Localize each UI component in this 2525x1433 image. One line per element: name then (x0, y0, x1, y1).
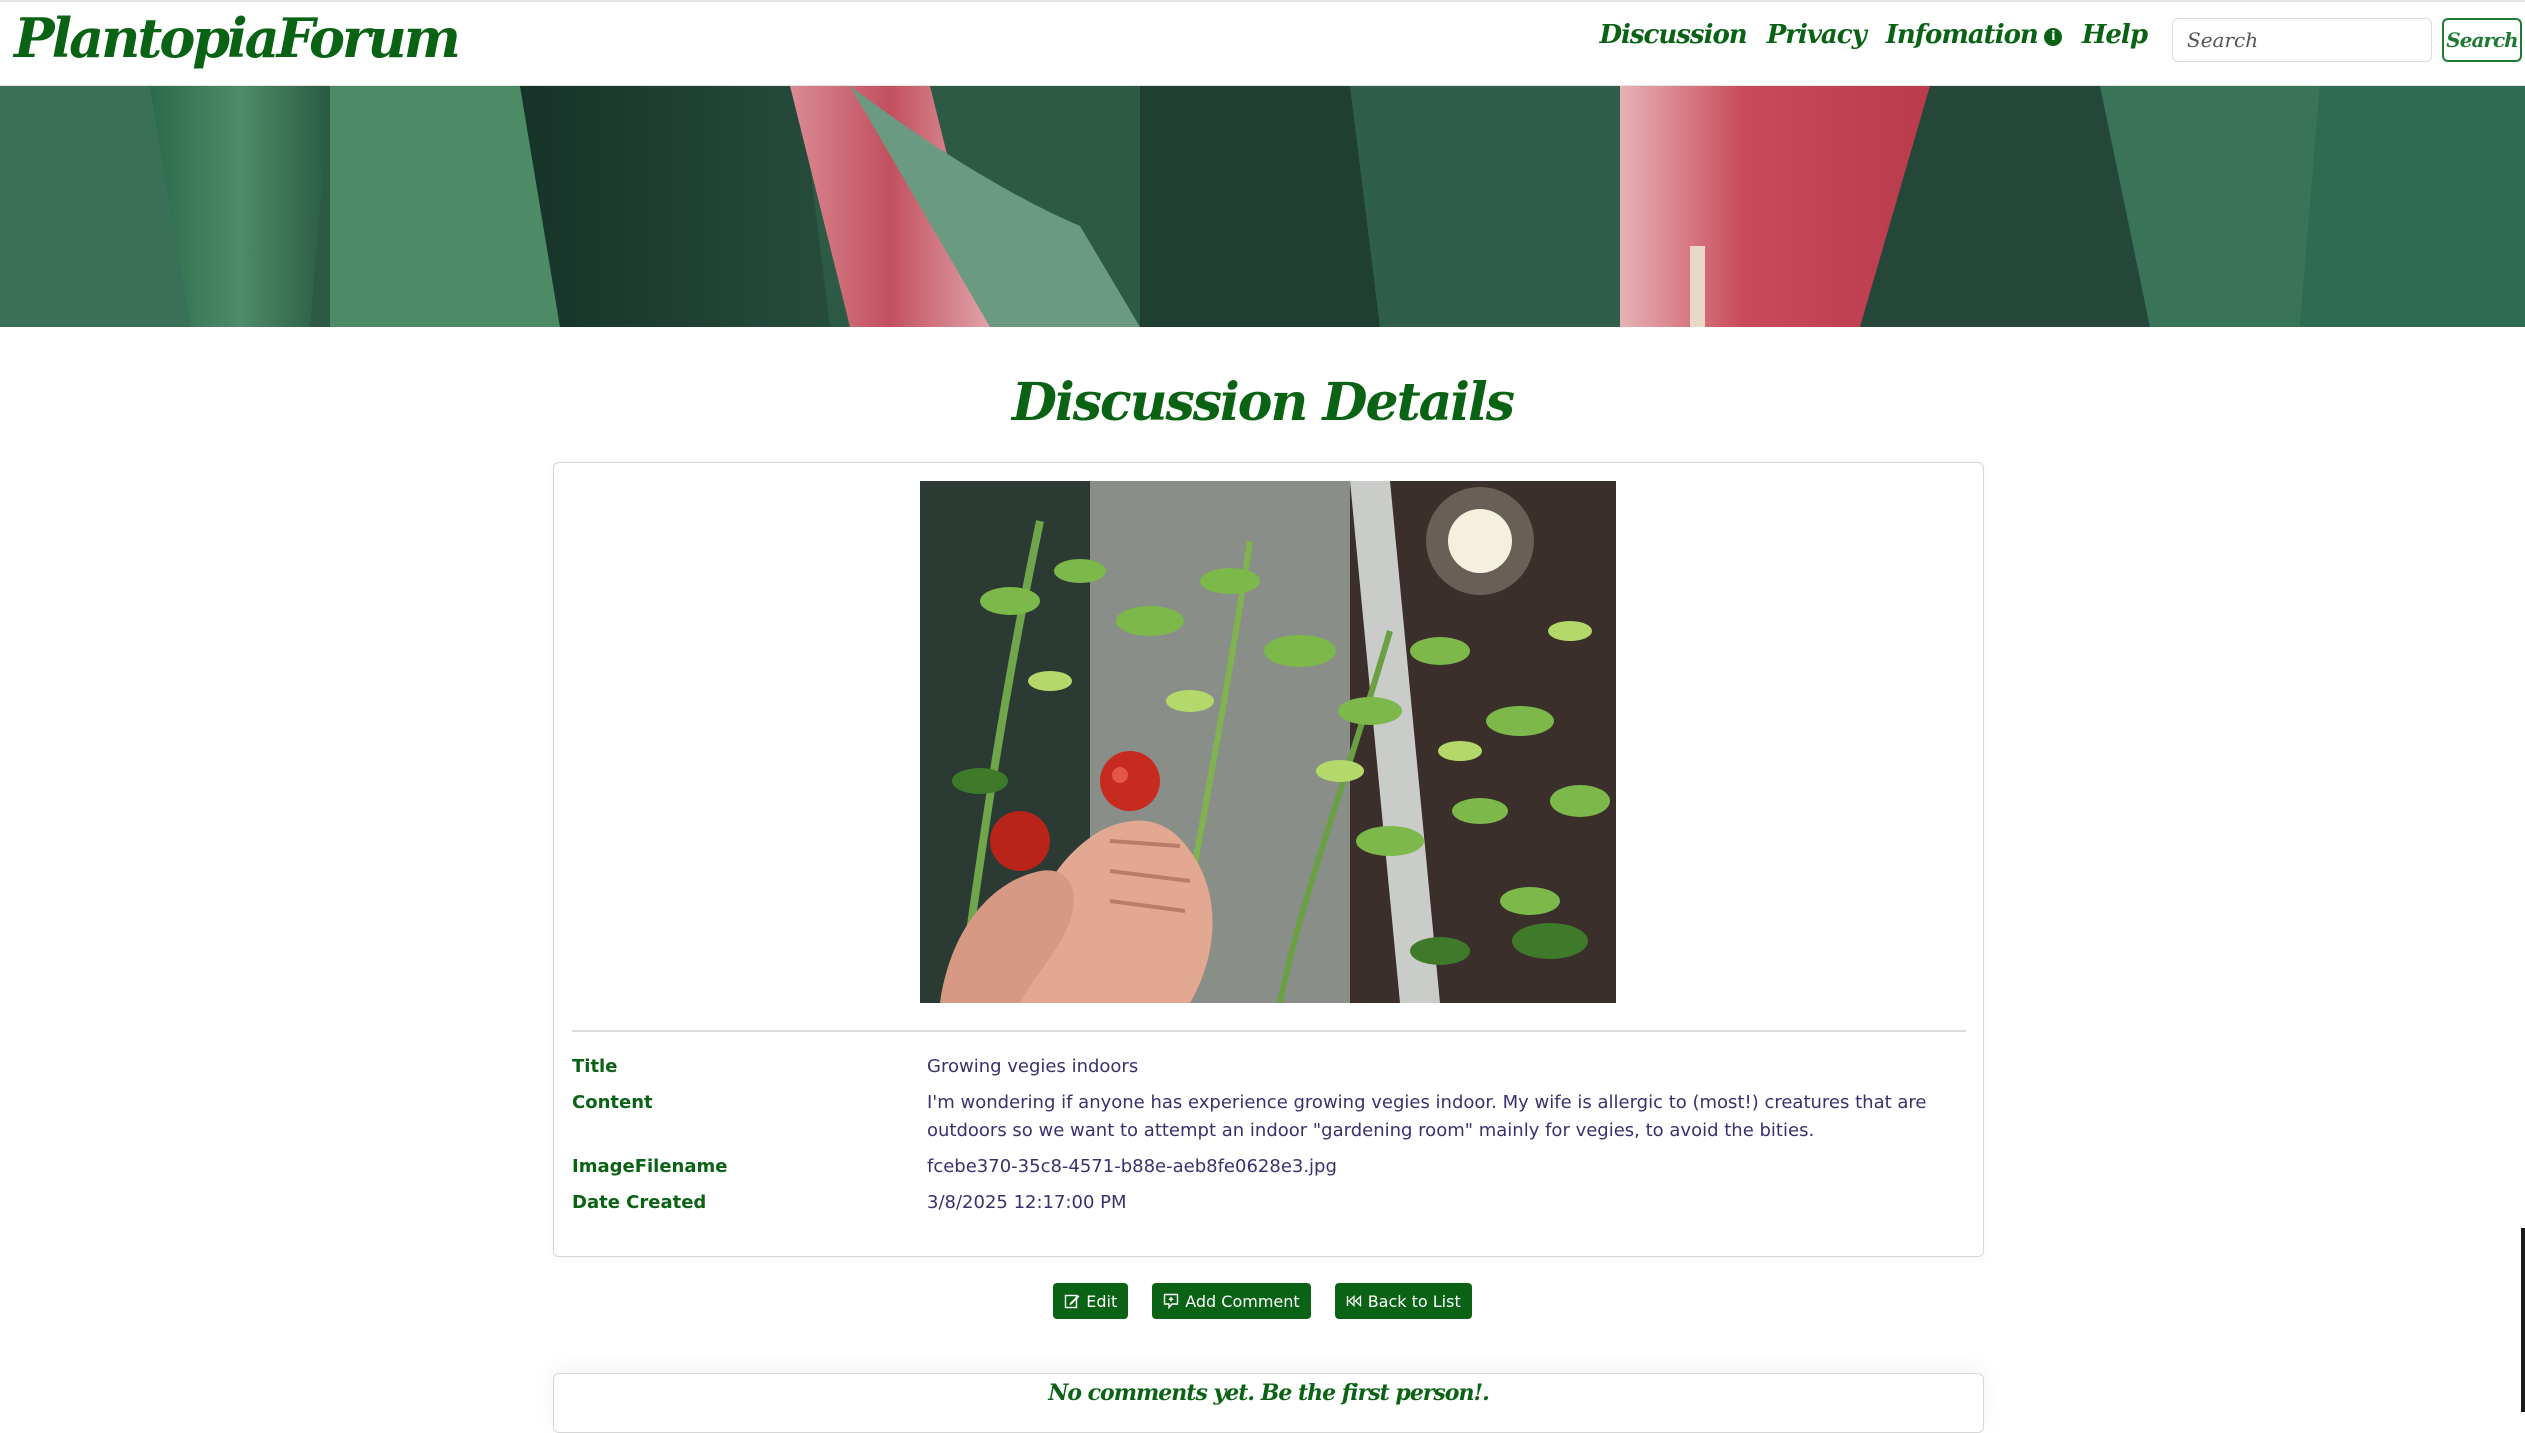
add-comment-button[interactable]: Add Comment (1152, 1283, 1311, 1319)
action-buttons: Edit Add Comment Back to List (0, 1283, 2525, 1319)
brand-logo-link[interactable]: PlantopiaForum (14, 6, 461, 70)
detail-row-title: Title Growing vegies indoors (572, 1053, 1966, 1081)
title-value: Growing vegies indoors (927, 1056, 1139, 1077)
window-edge-scrollbar (2521, 1228, 2525, 1412)
search-button[interactable]: Search (2442, 18, 2522, 62)
no-comments-message: No comments yet. Be the first person!. (1048, 1380, 1490, 1406)
comment-add-icon (1164, 1293, 1179, 1309)
image-filename-label: ImageFilename (572, 1156, 728, 1177)
nav-information[interactable]: Infomation i (1886, 20, 2062, 50)
title-label: Title (572, 1056, 618, 1077)
rewind-icon (1346, 1295, 1361, 1307)
nav-privacy[interactable]: Privacy (1766, 20, 1867, 50)
add-comment-button-label: Add Comment (1185, 1291, 1300, 1311)
date-created-value: 3/8/2025 12:17:00 PM (927, 1192, 1127, 1213)
edit-icon (1065, 1294, 1080, 1309)
content-label: Content (572, 1092, 653, 1113)
hero-leaves-illustration (0, 86, 2525, 327)
hero-banner-image (0, 86, 2525, 327)
nav-help-label: Help (2081, 20, 2148, 50)
nav-privacy-label: Privacy (1766, 20, 1867, 50)
info-icon: i (2043, 28, 2062, 46)
nav-help[interactable]: Help (2081, 20, 2148, 50)
tomato-plant-photo (920, 481, 1616, 1003)
nav-discussion-label: Discussion (1599, 20, 1748, 50)
date-created-label: Date Created (572, 1192, 707, 1213)
back-to-list-button-label: Back to List (1367, 1291, 1461, 1311)
page-title: Discussion Details (1011, 372, 1515, 433)
discussion-details-card: Title Growing vegies indoors Content I'm… (553, 462, 1984, 1257)
detail-row-image: ImageFilename fcebe370-35c8-4571-b88e-ae… (572, 1153, 1966, 1181)
detail-row-content: Content I'm wondering if anyone has expe… (572, 1089, 1966, 1145)
image-filename-value: fcebe370-35c8-4571-b88e-aeb8fe0628e3.jpg (927, 1156, 1337, 1177)
content-value: I'm wondering if anyone has experience g… (927, 1092, 1927, 1141)
nav-information-label: Infomation (1885, 20, 2039, 50)
edit-button-label: Edit (1086, 1291, 1118, 1311)
navbar: PlantopiaForum Discussion Privacy Infoma… (0, 0, 2525, 86)
discussion-photo (920, 481, 1616, 1003)
details-list: Title Growing vegies indoors Content I'm… (572, 1053, 1966, 1225)
details-divider (572, 1030, 1966, 1032)
nav-links: Discussion Privacy Infomation i Help (1599, 20, 2149, 50)
search-input[interactable] (2172, 18, 2432, 62)
detail-row-date: Date Created 3/8/2025 12:17:00 PM (572, 1189, 1966, 1217)
back-to-list-button[interactable]: Back to List (1334, 1283, 1472, 1319)
nav-discussion[interactable]: Discussion (1599, 20, 1748, 50)
edit-button[interactable]: Edit (1053, 1283, 1129, 1319)
comments-section: No comments yet. Be the first person!. (553, 1373, 1984, 1433)
